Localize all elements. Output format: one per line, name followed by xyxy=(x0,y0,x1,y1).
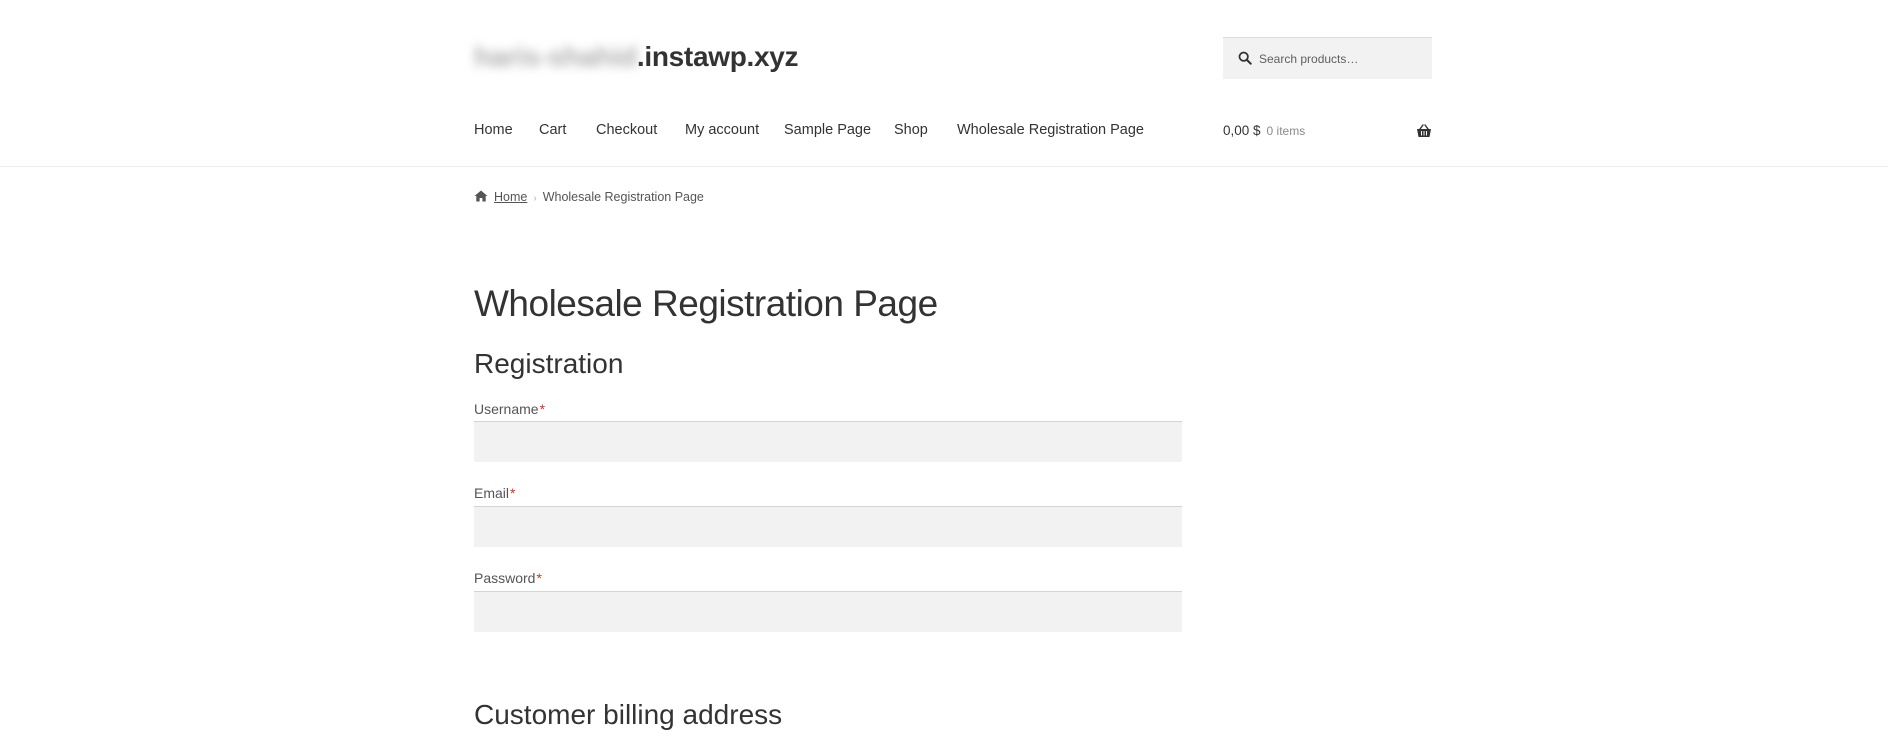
username-input[interactable] xyxy=(474,421,1182,462)
nav-item-sample-page[interactable]: Sample Page xyxy=(784,118,871,142)
search-input[interactable] xyxy=(1255,38,1425,79)
email-input[interactable] xyxy=(474,506,1182,547)
password-label-text: Password xyxy=(474,570,536,586)
nav-item-cart[interactable]: Cart xyxy=(539,118,566,142)
site-title-domain: .instawp.xyz xyxy=(636,41,799,72)
registration-heading: Registration xyxy=(474,348,624,379)
site-header: haris-shahid.instawp.xyz Home Cart Check… xyxy=(0,0,1888,167)
page: haris-shahid.instawp.xyz Home Cart Check… xyxy=(0,0,1888,750)
cart-amount: 0,00 $ xyxy=(1223,123,1261,138)
required-asterisk: * xyxy=(510,485,516,501)
billing-address-heading: Customer billing address xyxy=(474,699,783,730)
email-label: Email* xyxy=(474,483,515,503)
site-title-blurred-part: haris-shahid xyxy=(474,41,637,72)
search-icon xyxy=(1238,51,1252,65)
basket-icon xyxy=(1417,124,1431,137)
nav-item-my-account[interactable]: My account xyxy=(685,118,759,142)
site-title-link[interactable]: haris-shahid.instawp.xyz xyxy=(474,36,799,78)
search-form xyxy=(1223,37,1432,79)
password-input[interactable] xyxy=(474,591,1182,632)
breadcrumb-separator-icon: › xyxy=(533,193,537,204)
username-label-text: Username xyxy=(474,401,539,417)
breadcrumb-current: Wholesale Registration Page xyxy=(542,190,704,204)
required-asterisk: * xyxy=(536,570,542,586)
header-cart[interactable]: 0,00 $ 0 items xyxy=(1223,119,1432,143)
page-title: Wholesale Registration Page xyxy=(474,283,938,324)
breadcrumb-home-link[interactable]: Home xyxy=(494,190,527,204)
home-icon xyxy=(474,190,488,202)
nav-item-shop[interactable]: Shop xyxy=(894,118,928,142)
required-asterisk: * xyxy=(539,401,546,417)
username-label: Username* xyxy=(474,399,545,419)
nav-item-wholesale-registration[interactable]: Wholesale Registration Page xyxy=(957,118,1144,142)
password-label: Password* xyxy=(474,568,542,588)
email-label-text: Email xyxy=(474,485,510,501)
nav-item-checkout[interactable]: Checkout xyxy=(596,118,657,142)
breadcrumb: Home › Wholesale Registration Page xyxy=(474,187,704,207)
nav-item-home[interactable]: Home xyxy=(474,118,513,142)
cart-item-count: 0 items xyxy=(1266,124,1306,138)
